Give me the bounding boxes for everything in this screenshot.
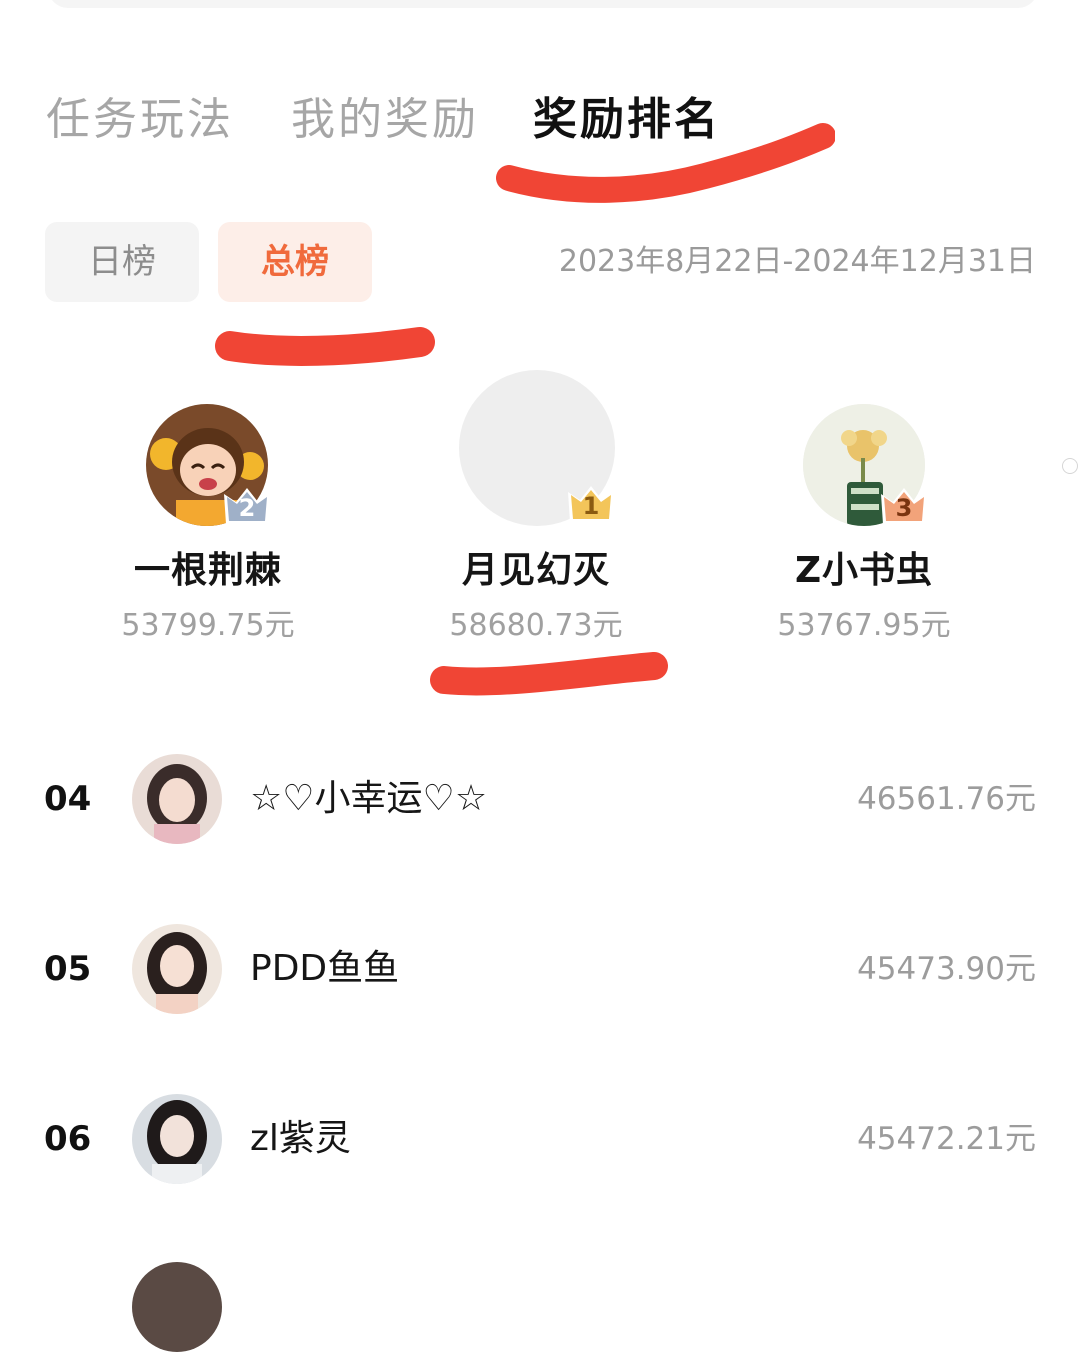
tab-reward-ranking[interactable]: 奖励排名 bbox=[533, 88, 721, 152]
rank-3-crown-icon: 3 bbox=[879, 484, 929, 526]
podium-rank-2[interactable]: 2 一根荆棘 53799.75元 bbox=[78, 400, 338, 650]
reward-amount: 58680.73元 bbox=[449, 608, 623, 643]
reward-amount: 46561.76元 bbox=[857, 781, 1036, 817]
rank-number: 05 bbox=[44, 949, 92, 989]
user-name: 月见幻灭 bbox=[461, 550, 610, 591]
user-name: Z小书虫 bbox=[794, 550, 934, 591]
ranking-row-04[interactable]: 04 ☆♡小幸运♡☆ 46561.76元 bbox=[0, 746, 1080, 856]
rank-number: 2 bbox=[238, 494, 256, 522]
daily-board-button[interactable]: 日榜 bbox=[45, 222, 199, 302]
podium-rank-3[interactable]: 3 Z小书虫 53767.95元 bbox=[734, 400, 994, 650]
top-card-edge bbox=[48, 0, 1038, 8]
reward-amount: 53767.95元 bbox=[777, 608, 951, 643]
user-name: ☆♡小幸运♡☆ bbox=[250, 778, 488, 819]
avatar bbox=[132, 924, 222, 1014]
rank-1-crown-icon: 1 bbox=[566, 482, 616, 524]
rank-2-crown-icon: 2 bbox=[222, 484, 272, 526]
user-name: PDD鱼鱼 bbox=[250, 948, 400, 989]
rank-number: 06 bbox=[44, 1119, 92, 1159]
tab-task-gameplay[interactable]: 任务玩法 bbox=[46, 88, 234, 152]
reward-amount: 53799.75元 bbox=[121, 608, 295, 643]
ranking-row-06[interactable]: 06 zl紫灵 45472.21元 bbox=[0, 1086, 1080, 1196]
highlight-underline-amount bbox=[430, 652, 668, 696]
user-name: zl紫灵 bbox=[250, 1118, 351, 1159]
reward-amount: 45473.90元 bbox=[857, 951, 1036, 987]
reward-amount: 45472.21元 bbox=[857, 1121, 1036, 1157]
next-row-avatar-partial bbox=[132, 1262, 222, 1352]
ranking-row-05[interactable]: 05 PDD鱼鱼 45473.90元 bbox=[0, 916, 1080, 1026]
user-name: 一根荆棘 bbox=[133, 550, 282, 591]
avatar bbox=[132, 1094, 222, 1184]
date-range: 2023年8月22日-2024年12月31日 bbox=[558, 244, 1036, 279]
rank-number: 3 bbox=[895, 494, 913, 522]
rank-number: 04 bbox=[44, 779, 92, 819]
avatar bbox=[132, 754, 222, 844]
tab-my-rewards[interactable]: 我的奖励 bbox=[291, 88, 479, 152]
total-board-button[interactable]: 总榜 bbox=[218, 222, 372, 302]
scroll-indicator-dot bbox=[1062, 458, 1078, 474]
rank-number: 1 bbox=[582, 492, 600, 520]
podium-rank-1[interactable]: 1 月见幻灭 58680.73元 bbox=[406, 368, 666, 650]
